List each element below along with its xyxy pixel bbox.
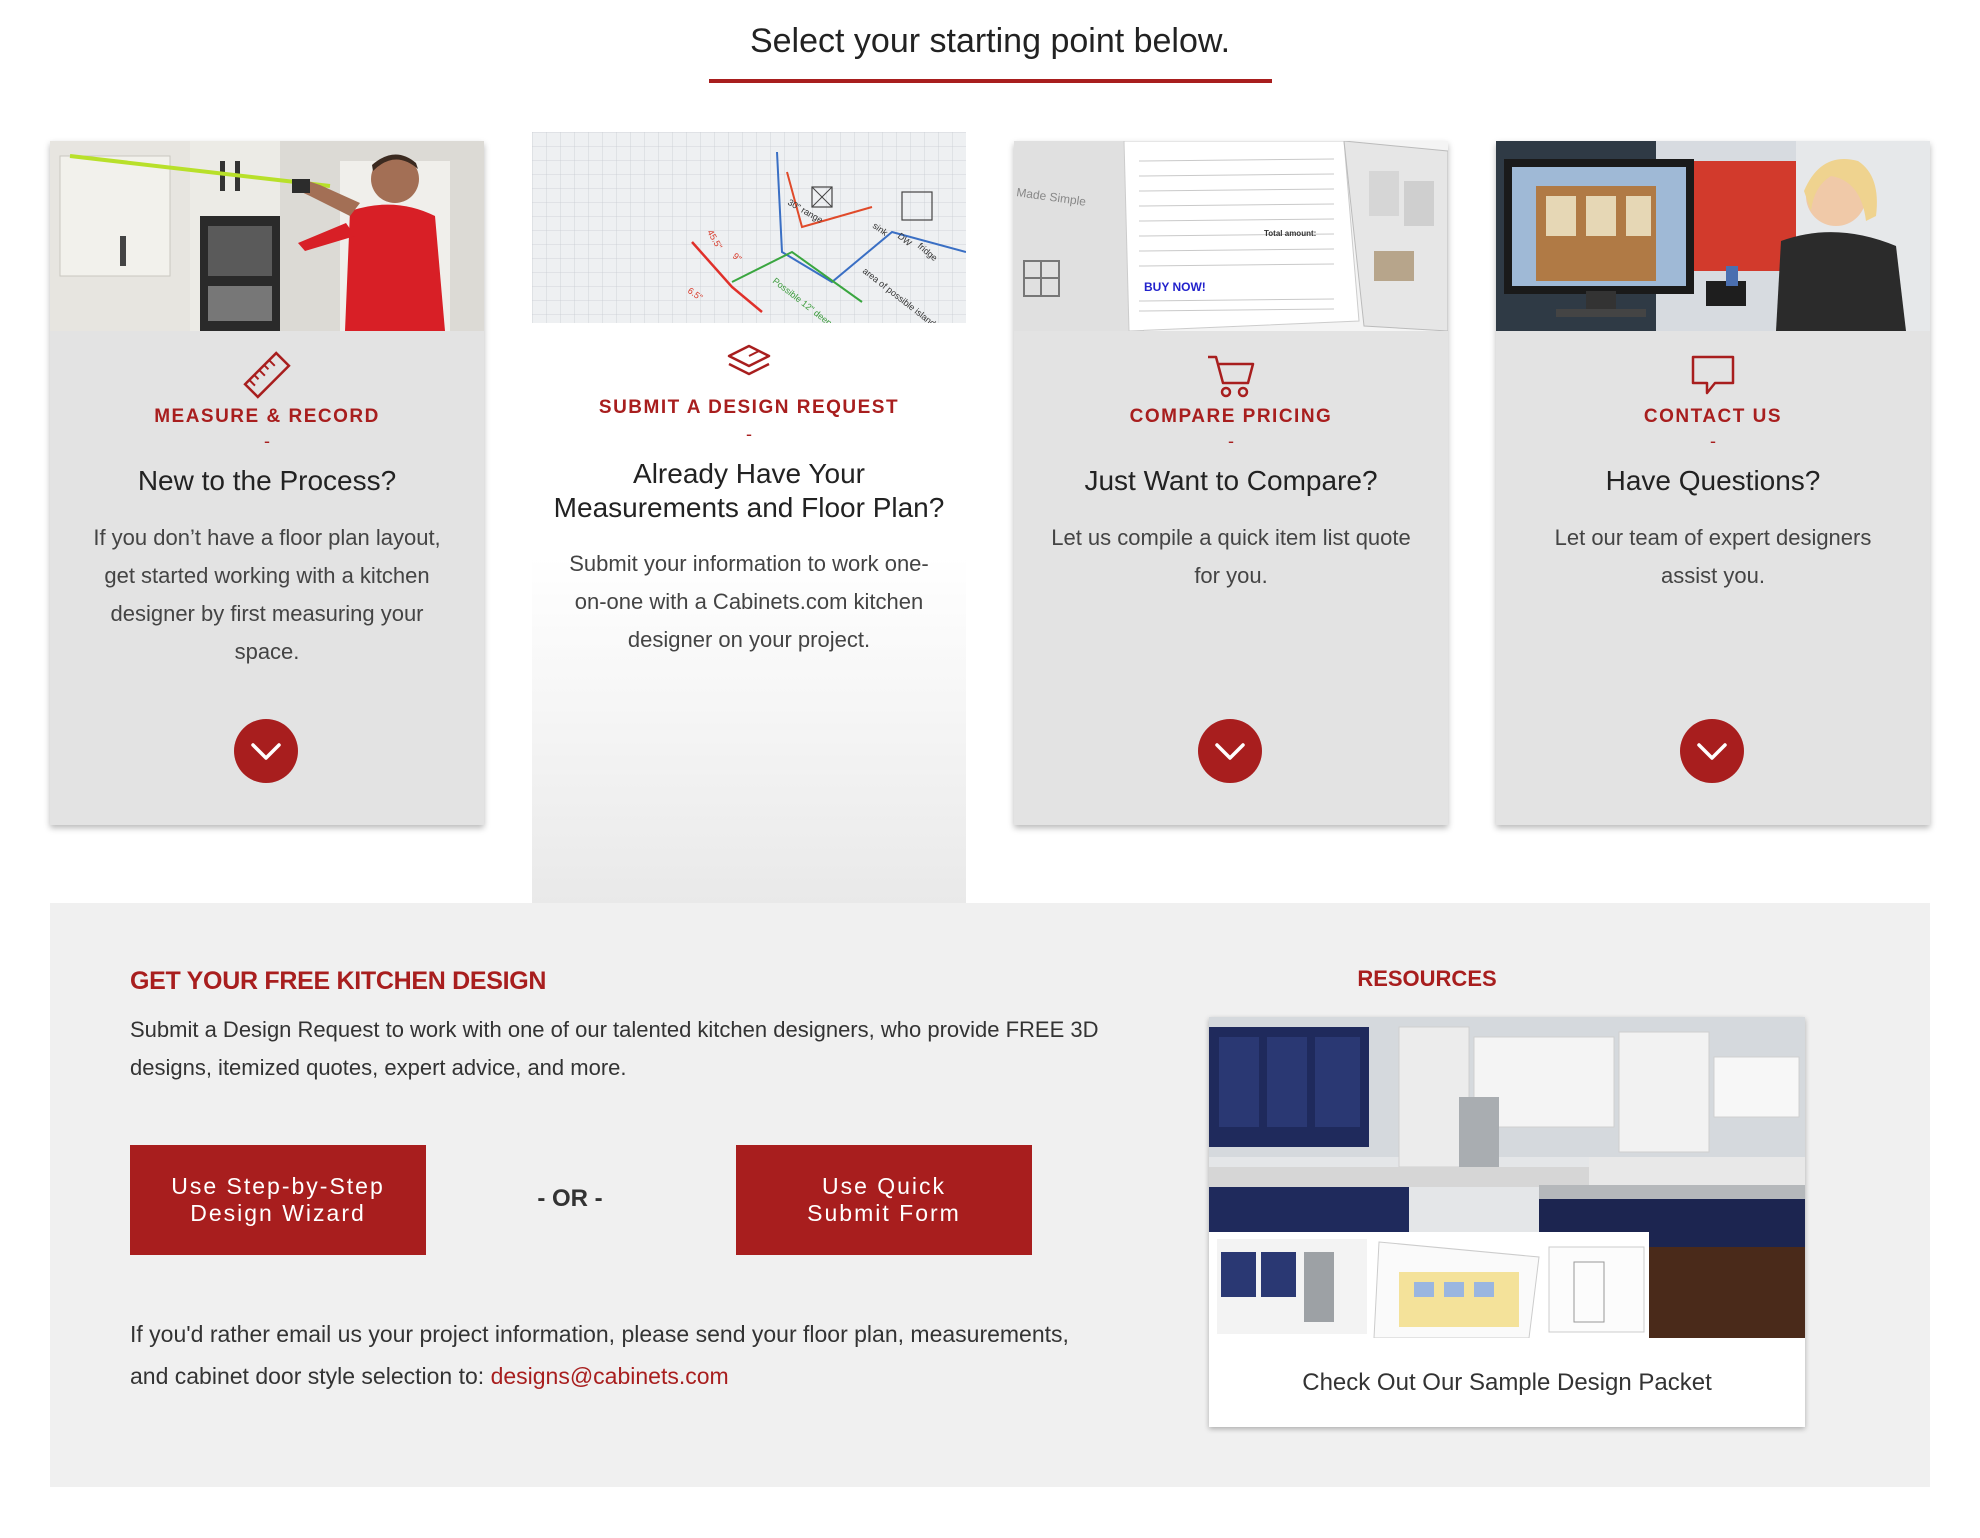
quote-photo: Made Simple BUY NOW! Total amount:	[1014, 141, 1448, 331]
card-category: COMPARE PRICING	[1129, 406, 1333, 427]
buy-now-label: BUY NOW!	[1144, 280, 1206, 294]
card-dash: -	[1228, 431, 1234, 451]
card-description: Let our team of expert designers assist …	[1554, 525, 1872, 588]
page-heading: Select your starting point below.	[749, 22, 1231, 60]
chevron-down-icon	[1215, 743, 1245, 760]
designer-photo	[1496, 141, 1930, 331]
card-dash: -	[746, 424, 752, 444]
card-title: Have Questions?	[1605, 465, 1821, 496]
section-description: Submit a Design Request to work with one…	[130, 1017, 1099, 1080]
chevron-down-icon	[251, 743, 281, 760]
card-title: New to the Process?	[137, 465, 397, 496]
card-dash: -	[264, 431, 270, 451]
card-category: SUBMIT A DESIGN REQUEST	[598, 397, 900, 418]
card-compare-pricing[interactable]: Made Simple BUY NOW! Total amount: COMPA…	[1014, 141, 1448, 825]
design-wizard-button-label: Use Step-by-Step Design Wizard	[171, 1173, 385, 1226]
speech-bubble-icon	[1496, 347, 1930, 403]
sample-packet-caption: Check Out Our Sample Design Packet	[1302, 1369, 1712, 1396]
or-divider: - OR -	[537, 1185, 603, 1212]
quick-submit-button[interactable]: Use Quick Submit Form	[736, 1145, 1032, 1255]
email-link[interactable]: designs@cabinets.com	[491, 1363, 729, 1389]
design-wizard-button[interactable]: Use Step-by-Step Design Wizard	[130, 1145, 426, 1255]
free-design-section: GET YOUR FREE KITCHEN DESIGN Submit a De…	[50, 903, 1930, 1487]
card-title: Already Have Your Measurements and Floor…	[553, 458, 945, 523]
card-contact-us[interactable]: CONTACT US - Have Questions? Let our tea…	[1496, 141, 1930, 825]
sample-packet-card[interactable]: Check Out Our Sample Design Packet	[1209, 1017, 1805, 1427]
card-category: MEASURE & RECORD	[154, 406, 380, 427]
card-measure-record[interactable]: MEASURE & RECORD - New to the Process? I…	[50, 141, 484, 825]
chevron-down-icon	[1697, 743, 1727, 760]
section-title: GET YOUR FREE KITCHEN DESIGN	[130, 967, 547, 995]
card-category: CONTACT US	[1643, 406, 1783, 427]
heading-underline	[709, 79, 1272, 83]
expand-button[interactable]	[234, 719, 298, 783]
floor-plan-photo: 30" range sink DW fridge area of possibl…	[532, 132, 966, 323]
measuring-photo	[50, 141, 484, 331]
quick-submit-button-label: Use Quick Submit Form	[807, 1173, 961, 1226]
resources-title: RESOURCES	[1357, 966, 1497, 991]
card-title: Just Want to Compare?	[1084, 465, 1378, 496]
total-amount-label: Total amount:	[1264, 229, 1316, 238]
expand-button[interactable]	[1198, 719, 1262, 783]
email-instructions: If you'd rather email us your project in…	[130, 1313, 1080, 1397]
card-description: If you don’t have a floor plan layout, g…	[93, 525, 441, 664]
card-dash: -	[1710, 431, 1716, 451]
card-submit-design-request[interactable]: 30" range sink DW fridge area of possibl…	[532, 132, 966, 904]
expand-button[interactable]	[1680, 719, 1744, 783]
ruler-icon	[50, 347, 484, 403]
sample-packet-image	[1209, 1017, 1805, 1338]
floor-plan-icon	[532, 336, 966, 392]
card-description: Submit your information to work one-on-o…	[569, 551, 929, 652]
card-description: Let us compile a quick item list quote f…	[1051, 525, 1411, 588]
cart-icon	[1014, 347, 1448, 403]
